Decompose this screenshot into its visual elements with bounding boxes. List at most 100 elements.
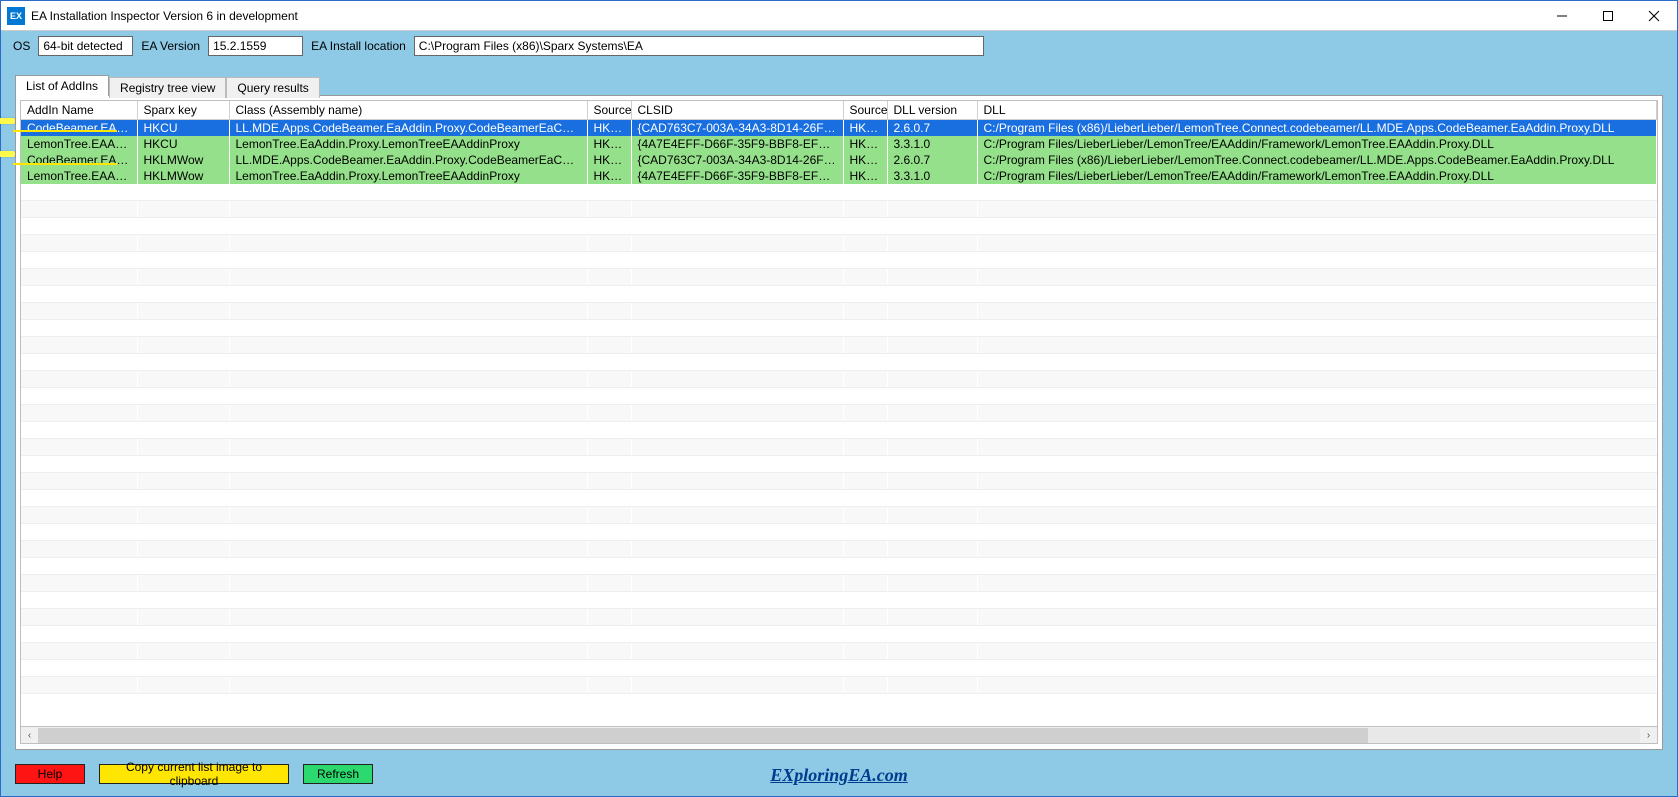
tab-query-results[interactable]: Query results (226, 77, 319, 98)
ea-install-location-label: EA Install location (311, 39, 406, 53)
cell-src2: HKLM (843, 136, 887, 152)
table-row-empty (21, 337, 1657, 354)
table-row-empty (21, 439, 1657, 456)
table-row-empty (21, 354, 1657, 371)
addin-grid[interactable]: AddIn Name Sparx key Class (Assembly nam… (20, 100, 1658, 727)
table-row-empty (21, 592, 1657, 609)
minimize-icon (1556, 10, 1568, 22)
table-row-empty (21, 235, 1657, 252)
cell-dll: C:/Program Files/LieberLieber/LemonTree/… (977, 136, 1657, 152)
cell-addin: CodeBeamer.EAAddin (21, 152, 137, 168)
minimize-button[interactable] (1539, 1, 1585, 31)
window-title: EA Installation Inspector Version 6 in d… (31, 9, 298, 23)
table-row-empty (21, 558, 1657, 575)
col-clsid[interactable]: CLSID (631, 101, 843, 120)
table-row-empty (21, 405, 1657, 422)
refresh-button[interactable]: Refresh (303, 764, 373, 784)
col-source-2[interactable]: Source (843, 101, 887, 120)
scroll-left-icon[interactable]: ‹ (21, 728, 38, 743)
cell-addin: LemonTree.EAAddin (21, 136, 137, 152)
tab-list-of-addins[interactable]: List of AddIns (15, 75, 109, 96)
col-sparx-key[interactable]: Sparx key (137, 101, 229, 120)
scroll-right-icon[interactable]: › (1640, 728, 1657, 743)
cell-dll: C:/Program Files (x86)/LieberLieber/Lemo… (977, 152, 1657, 168)
annotation-highlight-1 (0, 118, 15, 124)
close-button[interactable] (1631, 1, 1677, 31)
cell-ver: 2.6.0.7 (887, 120, 977, 137)
table-row-empty (21, 643, 1657, 660)
cell-src2: HKLM (843, 152, 887, 168)
tab-panel: AddIn Name Sparx key Class (Assembly nam… (15, 95, 1663, 750)
cell-sparx: HKCU (137, 136, 229, 152)
help-button[interactable]: Help (15, 764, 85, 784)
annotation-underline-1 (13, 130, 117, 132)
col-addin-name[interactable]: AddIn Name (21, 101, 137, 120)
cell-ver: 3.3.1.0 (887, 136, 977, 152)
os-field[interactable] (38, 36, 133, 56)
ea-install-location-field[interactable] (414, 36, 984, 56)
table-row[interactable]: LemonTree.EAAddinHKCULemonTree.EaAddin.P… (21, 136, 1657, 152)
table-row-empty (21, 218, 1657, 235)
col-source-1[interactable]: Source (587, 101, 631, 120)
table-row-empty (21, 269, 1657, 286)
table-row-empty (21, 626, 1657, 643)
table-row-empty (21, 660, 1657, 677)
cell-addin: LemonTree.EAAddin (21, 168, 137, 184)
titlebar: EX EA Installation Inspector Version 6 i… (1, 1, 1677, 31)
table-row-empty (21, 252, 1657, 269)
cell-src2: HKLM (843, 120, 887, 137)
cell-src1: HKLM (587, 152, 631, 168)
cell-ver: 3.3.1.0 (887, 168, 977, 184)
table-row-empty (21, 388, 1657, 405)
cell-clsid: {CAD763C7-003A-34A3-8D14-26F8411F40... (631, 152, 843, 168)
cell-sparx: HKLMWow (137, 168, 229, 184)
horizontal-scrollbar[interactable]: ‹ › (20, 727, 1658, 744)
cell-src1: HKLM (587, 168, 631, 184)
ea-version-label: EA Version (141, 39, 200, 53)
table-row-empty (21, 422, 1657, 439)
table-row-empty (21, 320, 1657, 337)
cell-clsid: {CAD763C7-003A-34A3-8D14-26F8411F40... (631, 120, 843, 137)
col-dll-version[interactable]: DLL version (887, 101, 977, 120)
cell-src1: HKLM (587, 120, 631, 137)
table-header-row: AddIn Name Sparx key Class (Assembly nam… (21, 101, 1657, 120)
body: List of AddIns Registry tree view Query … (1, 61, 1677, 752)
col-class[interactable]: Class (Assembly name) (229, 101, 587, 120)
bottom-bar: Help Copy current list image to clipboar… (1, 752, 1677, 796)
cell-clsid: {4A7E4EFF-D66F-35F9-BBF8-EF0EE3FAEA... (631, 136, 843, 152)
cell-class: LL.MDE.Apps.CodeBeamer.EaAddin.Proxy.Cod… (229, 152, 587, 168)
table-row-empty (21, 303, 1657, 320)
scroll-thumb[interactable] (38, 728, 1368, 743)
info-toolbar: OS EA Version EA Install location (1, 31, 1677, 61)
brand-link[interactable]: EXploringEA.com (770, 765, 908, 786)
tab-strip: List of AddIns Registry tree view Query … (15, 75, 1663, 96)
table-row[interactable]: CodeBeamer.EAAddinHKLMWowLL.MDE.Apps.Cod… (21, 152, 1657, 168)
annotation-highlight-2 (0, 151, 15, 157)
scroll-track[interactable] (38, 728, 1640, 743)
ea-version-field[interactable] (208, 36, 303, 56)
table-row-empty (21, 575, 1657, 592)
table-row-empty (21, 456, 1657, 473)
table-row-empty (21, 507, 1657, 524)
table-row-empty (21, 286, 1657, 303)
table-row-empty (21, 677, 1657, 694)
maximize-icon (1602, 10, 1614, 22)
copy-image-button[interactable]: Copy current list image to clipboard (99, 764, 289, 784)
cell-addin: CodeBeamer.EAAddin (21, 120, 137, 137)
app-icon: EX (7, 7, 25, 25)
cell-sparx: HKLMWow (137, 152, 229, 168)
app-window: EX EA Installation Inspector Version 6 i… (0, 0, 1678, 797)
cell-sparx: HKCU (137, 120, 229, 137)
maximize-button[interactable] (1585, 1, 1631, 31)
table-row[interactable]: LemonTree.EAAddinHKLMWowLemonTree.EaAddi… (21, 168, 1657, 184)
cell-dll: C:/Program Files/LieberLieber/LemonTree/… (977, 168, 1657, 184)
table-row-empty (21, 201, 1657, 218)
tab-registry-tree-view[interactable]: Registry tree view (109, 77, 226, 98)
cell-src2: HKLM (843, 168, 887, 184)
table-row-empty (21, 184, 1657, 201)
table-row-empty (21, 541, 1657, 558)
table-row-empty (21, 609, 1657, 626)
table-row[interactable]: CodeBeamer.EAAddinHKCULL.MDE.Apps.CodeBe… (21, 120, 1657, 137)
col-dll[interactable]: DLL (977, 101, 1657, 120)
table-row-empty (21, 473, 1657, 490)
